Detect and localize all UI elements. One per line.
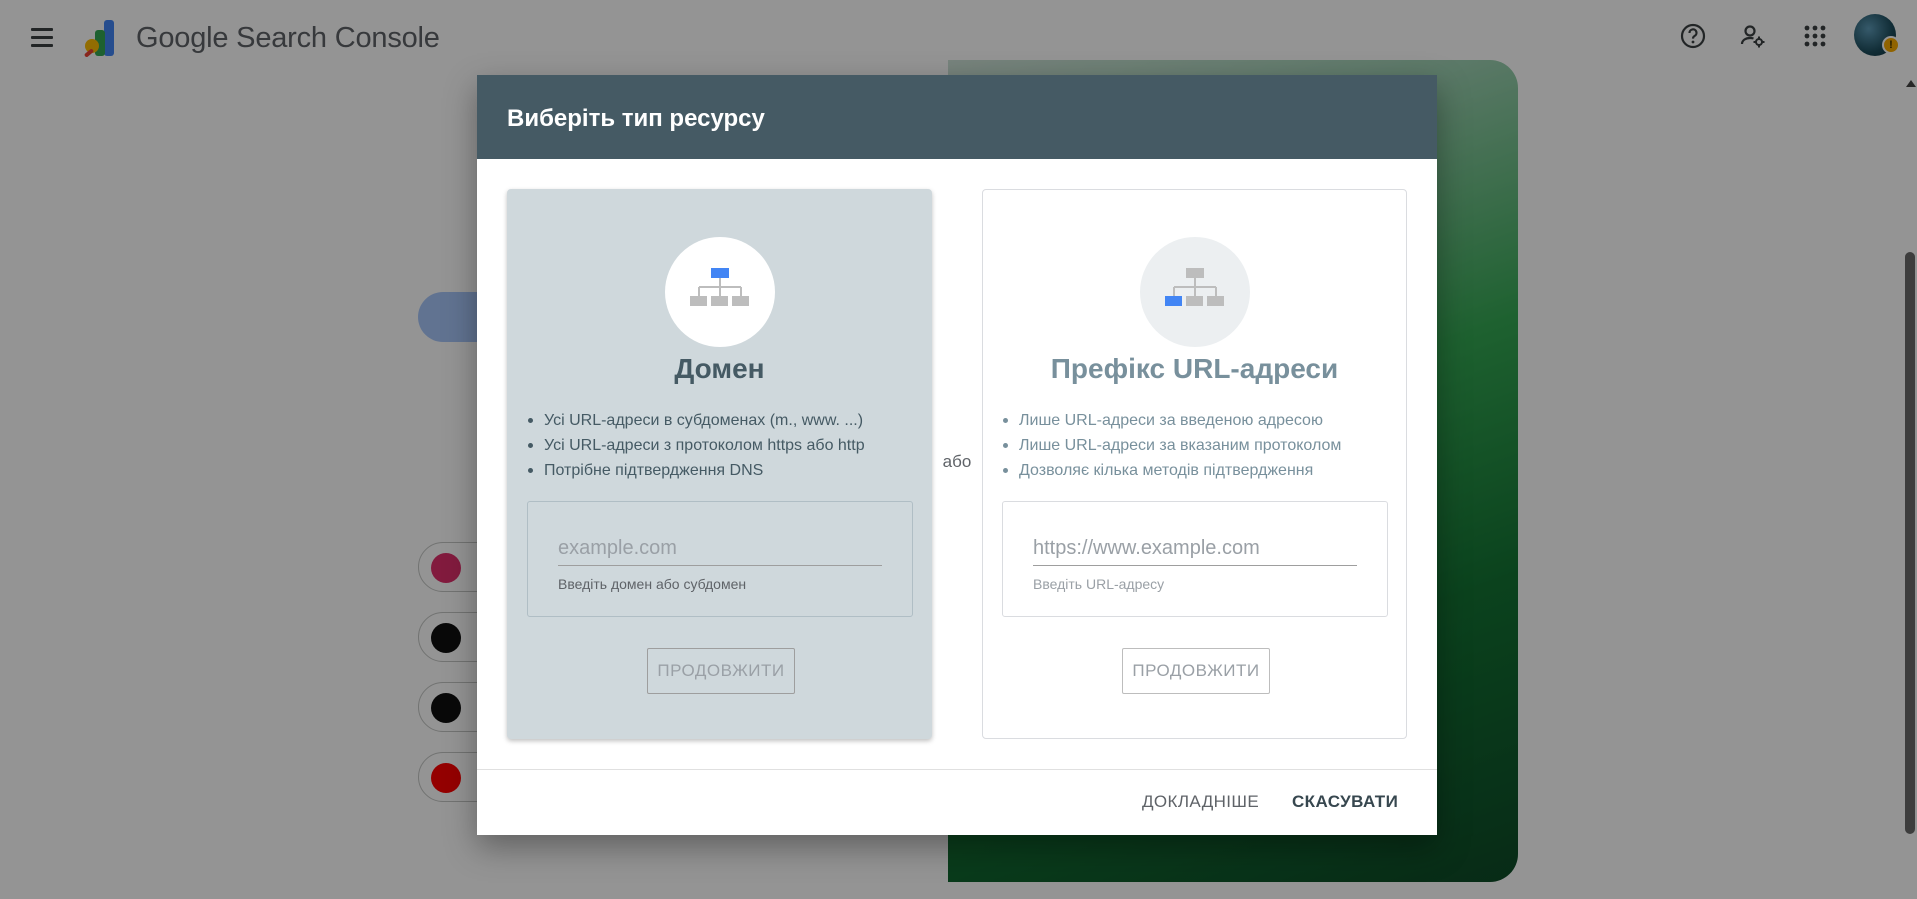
list-item: Лише URL-адреси за вказаним протоколом — [1001, 433, 1341, 458]
url-prefix-option-title: Префікс URL-адреси — [1050, 353, 1339, 384]
url-prefix-option-card[interactable]: Префікс URL-адреси Лише URL-адреси за вв… — [982, 189, 1407, 739]
url-input[interactable] — [1033, 532, 1357, 566]
list-item: Потрібне підтвердження DNS — [526, 458, 865, 483]
dialog-footer: ДОКЛАДНІШЕ СКАСУВАТИ — [477, 769, 1437, 835]
list-item: Лише URL-адреси за введеною адресою — [1001, 408, 1341, 433]
domain-input[interactable] — [558, 532, 882, 566]
domain-field-container: Введіть домен або субдомен — [527, 501, 913, 617]
cancel-button[interactable]: СКАСУВАТИ — [1292, 792, 1398, 812]
list-item: Дозволяє кілька методів підтвердження — [1001, 458, 1341, 483]
sitemap-top-highlight-icon — [665, 237, 775, 347]
domain-input-hint: Введіть домен або субдомен — [558, 576, 747, 592]
domain-continue-button[interactable]: ПРОДОВЖИТИ — [647, 648, 795, 694]
url-input-hint: Введіть URL-адресу — [1033, 576, 1165, 592]
url-continue-button[interactable]: ПРОДОВЖИТИ — [1122, 648, 1270, 694]
or-separator: або — [942, 452, 972, 471]
learn-more-button[interactable]: ДОКЛАДНІШЕ — [1142, 792, 1259, 812]
list-item: Усі URL-адреси з протоколом https або ht… — [526, 433, 865, 458]
url-field-container: Введіть URL-адресу — [1002, 501, 1388, 617]
domain-option-card[interactable]: Домен Усі URL-адреси в субдоменах (m., w… — [507, 189, 932, 739]
dialog-title: Виберіть тип ресурсу — [507, 105, 765, 132]
select-property-type-dialog: Виберіть тип ресурсу Домен Усі URL-адрес… — [477, 75, 1437, 835]
sitemap-left-highlight-icon — [1140, 237, 1250, 347]
list-item: Усі URL-адреси в субдоменах (m., www. ..… — [526, 408, 865, 433]
url-prefix-option-features: Лише URL-адреси за введеною адресою Лише… — [1001, 408, 1341, 483]
dialog-header: Виберіть тип ресурсу — [477, 75, 1437, 159]
domain-option-features: Усі URL-адреси в субдоменах (m., www. ..… — [526, 408, 865, 483]
domain-option-title: Домен — [674, 353, 765, 384]
